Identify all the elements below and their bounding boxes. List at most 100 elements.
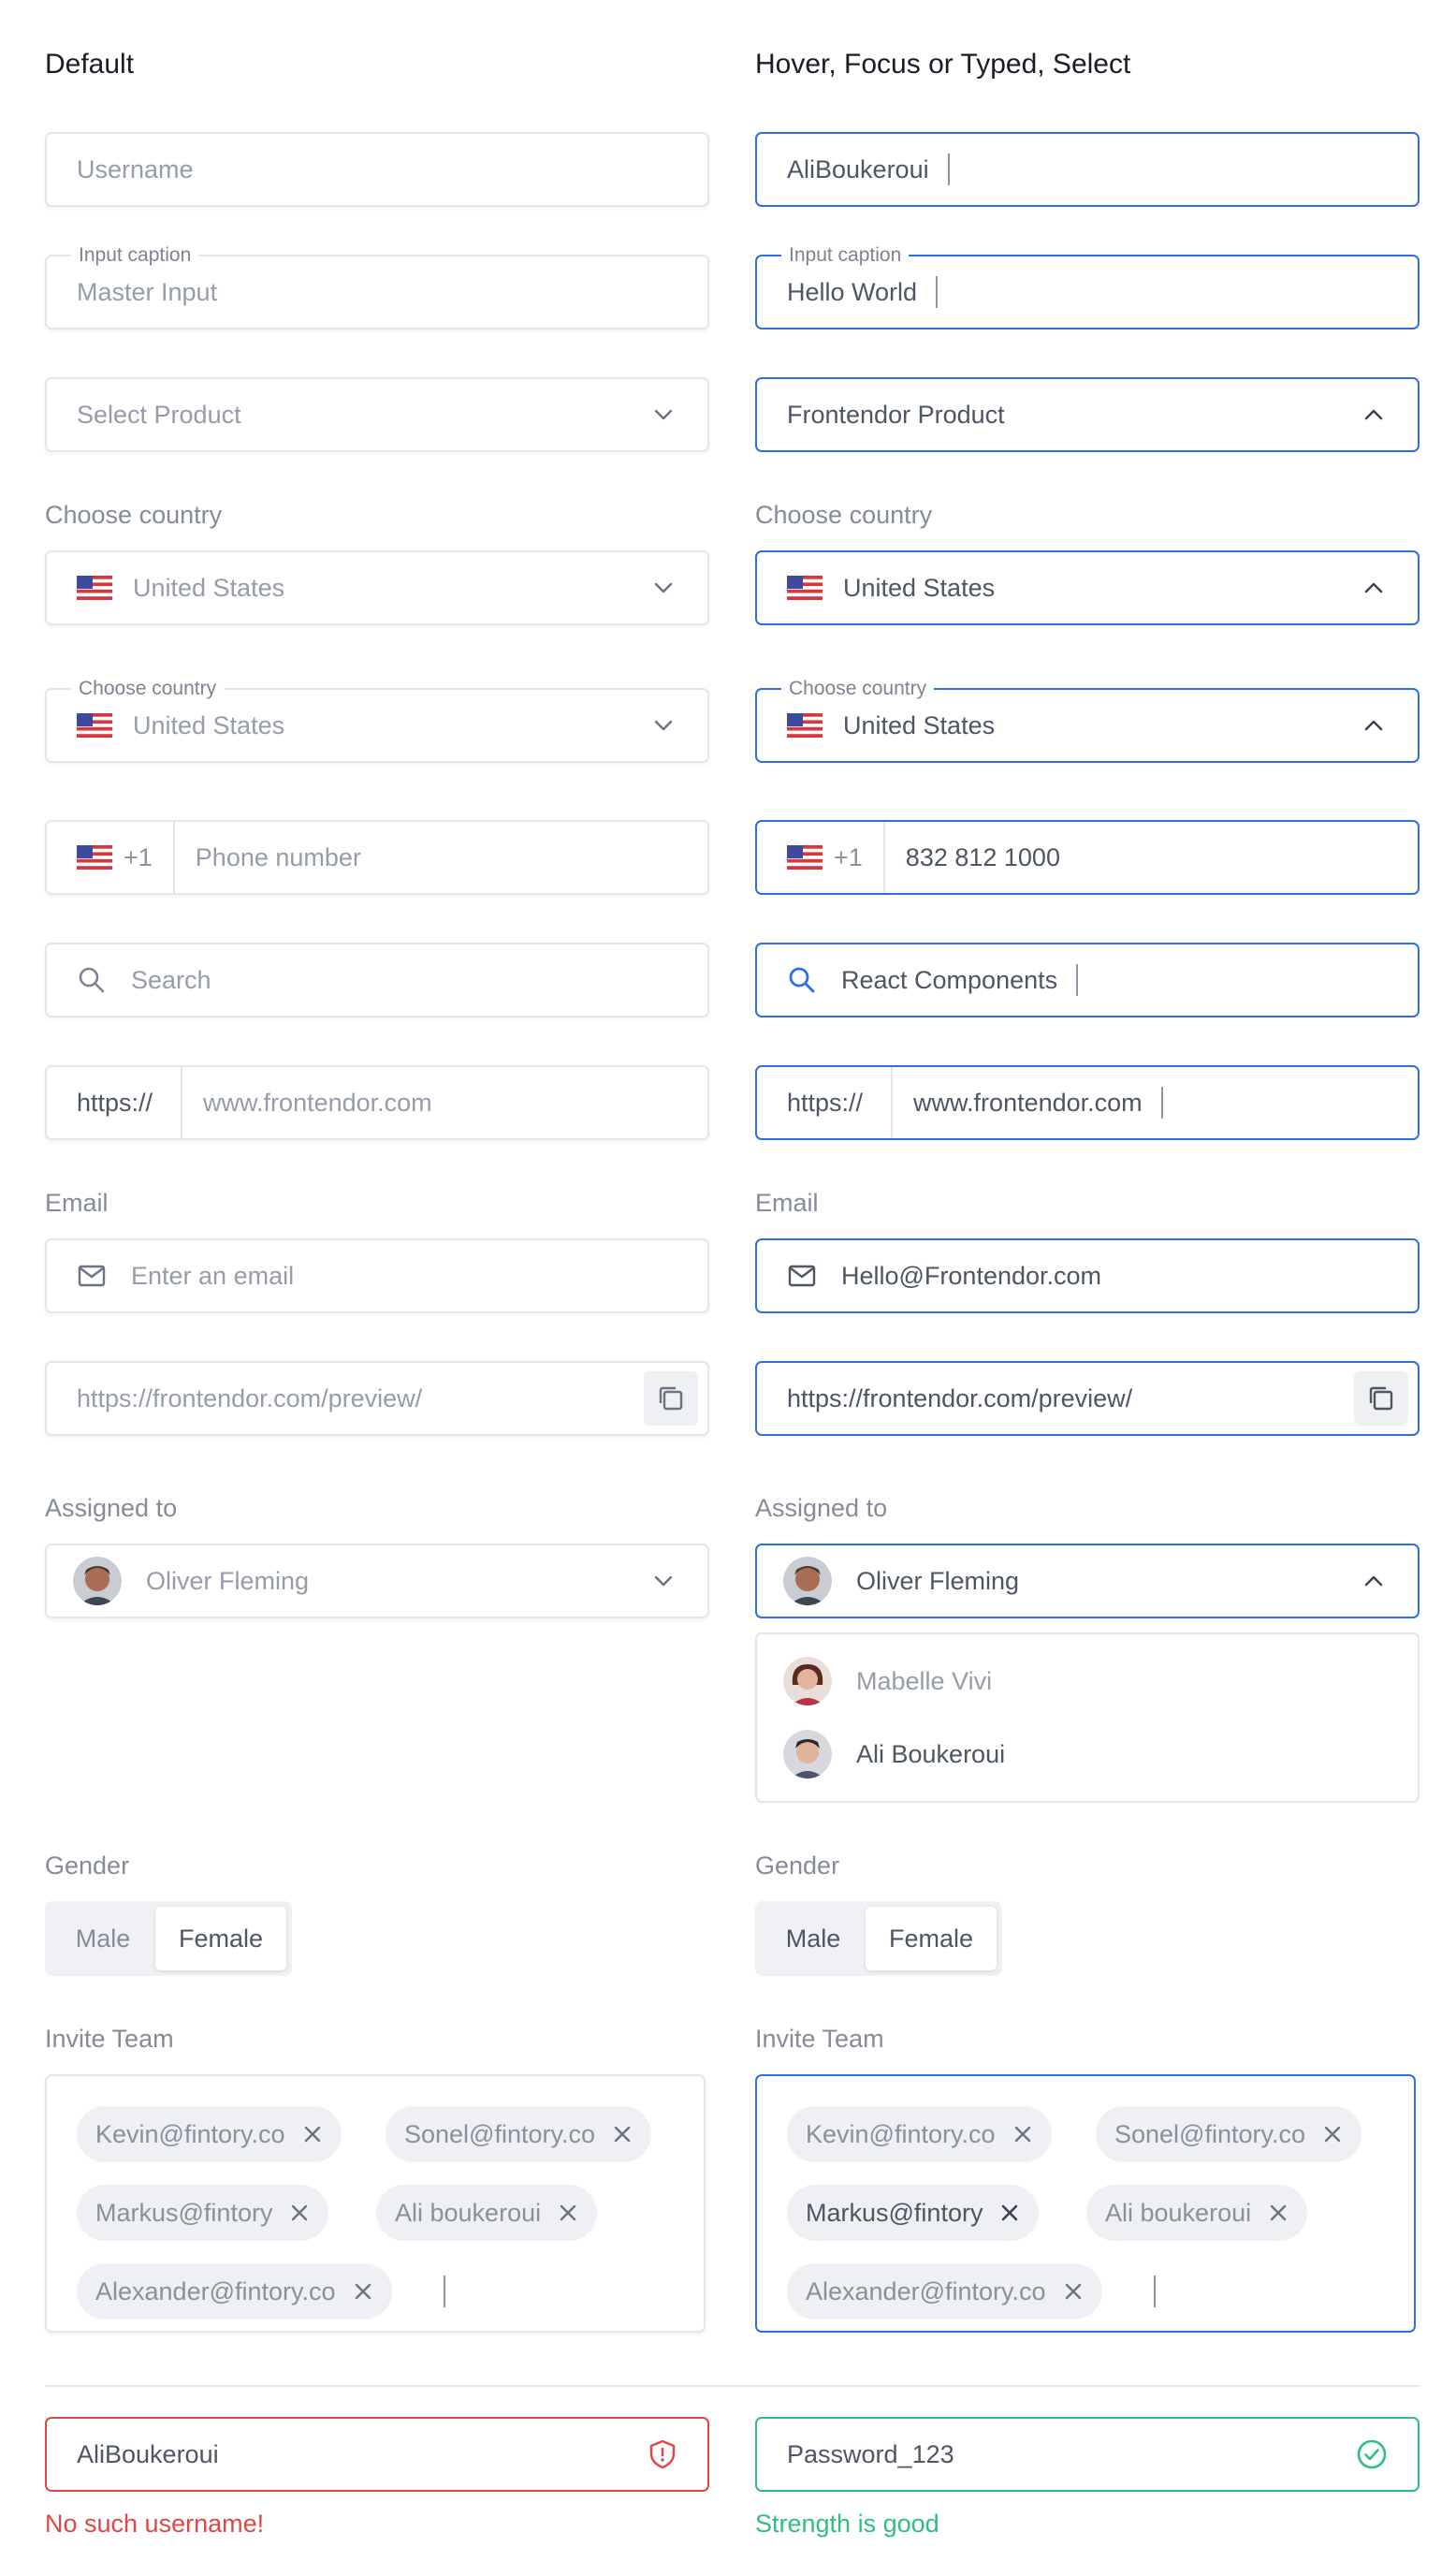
team-chip-hover: Markus@fintory [787, 2185, 1040, 2241]
master-input[interactable]: Input caption Master Input [45, 244, 709, 329]
url-placeholder: www.frontendor.com [203, 1088, 432, 1117]
master-value: Hello World [787, 277, 918, 306]
email-input[interactable]: Enter an email [45, 1238, 709, 1313]
gender-female-option[interactable]: Female [155, 1907, 286, 1970]
copy-button[interactable] [644, 1371, 698, 1426]
gender-label: Gender [755, 1852, 840, 1880]
close-icon[interactable] [612, 2124, 633, 2144]
success-message: Strength is good [755, 2510, 939, 2538]
assigned-select[interactable]: Oliver Fleming [45, 1544, 709, 1618]
team-chip: Ali boukeroui [1086, 2185, 1308, 2241]
search-placeholder: Search [131, 965, 211, 994]
dropdown-option[interactable]: Mabelle Vivi [783, 1657, 992, 1705]
gender-male-option[interactable]: Male [761, 1907, 866, 1970]
divider [891, 1067, 894, 1138]
input-caption: Input caption [781, 244, 910, 267]
gender-female-option[interactable]: Female [866, 1907, 997, 1970]
email-placeholder: Enter an email [131, 1261, 295, 1290]
text-caret [936, 276, 939, 308]
team-chip: Markus@fintory [77, 2185, 329, 2241]
chevron-up-icon [1360, 574, 1388, 602]
url-input[interactable]: https:// www.frontendor.com [755, 1065, 1420, 1140]
country-code-select[interactable]: +1 [77, 843, 153, 872]
country-value: United States [133, 573, 285, 602]
text-caret [1154, 2276, 1156, 2307]
phone-code: +1 [834, 842, 863, 871]
preview-url: https://frontendor.com/preview/ [77, 1383, 423, 1412]
dropdown-option[interactable]: Ali Boukeroui [783, 1730, 1006, 1778]
master-placeholder: Master Input [77, 277, 218, 306]
close-icon[interactable] [1268, 2203, 1289, 2223]
us-flag-icon [77, 576, 112, 600]
email-input[interactable]: Hello@Frontendor.com [755, 1238, 1420, 1313]
phone-input[interactable]: +1 Phone number [45, 820, 709, 895]
country-value: United States [133, 710, 285, 739]
search-input[interactable]: React Components [755, 943, 1420, 1017]
product-placeholder: Select Product [77, 400, 241, 429]
avatar [783, 1657, 832, 1705]
team-chip: Sonel@fintory.co [1096, 2106, 1362, 2162]
preview-url-input[interactable]: https://frontendor.com/preview/ [755, 1361, 1420, 1436]
chip-label: Markus@fintory [95, 2198, 273, 2227]
country-code-select[interactable]: +1 [787, 843, 863, 872]
phone-code: +1 [124, 842, 153, 871]
invite-team-input[interactable]: Kevin@fintory.co Sonel@fintory.co Markus… [45, 2074, 706, 2333]
invite-team-input[interactable]: Kevin@fintory.co Sonel@fintory.co Markus… [755, 2074, 1416, 2333]
team-chip: Alexander@fintory.co [77, 2263, 392, 2320]
text-caret [444, 2276, 445, 2307]
close-icon[interactable] [302, 2124, 323, 2144]
input-caption: Input caption [71, 244, 199, 267]
team-chip: Alexander@fintory.co [787, 2263, 1102, 2320]
chip-label: Kevin@fintory.co [806, 2119, 996, 2148]
email-label: Email [45, 1189, 109, 1217]
username-input[interactable]: AliBoukeroui [755, 132, 1420, 207]
url-input[interactable]: https:// www.frontendor.com [45, 1065, 709, 1140]
close-icon[interactable] [558, 2203, 578, 2223]
divider [181, 1067, 183, 1138]
country-select-captioned[interactable]: Choose country United States [755, 678, 1420, 763]
product-select[interactable]: Frontendor Product [755, 377, 1420, 452]
close-icon[interactable] [1063, 2281, 1084, 2302]
password-success-input[interactable]: Password_123 [755, 2417, 1420, 2492]
avatar [783, 1557, 832, 1605]
phone-input[interactable]: +1 832 812 1000 [755, 820, 1420, 895]
team-chip: Kevin@fintory.co [787, 2106, 1052, 2162]
master-input[interactable]: Input caption Hello World [755, 244, 1420, 329]
copy-button[interactable] [1354, 1371, 1408, 1426]
team-chip: Ali boukeroui [376, 2185, 598, 2241]
search-input[interactable]: Search [45, 943, 709, 1017]
country-select-captioned[interactable]: Choose country United States [45, 678, 709, 763]
product-value: Frontendor Product [787, 400, 1005, 429]
avatar [73, 1557, 122, 1605]
country-caption: Choose country [781, 678, 935, 700]
username-value: AliBoukeroui [787, 154, 929, 183]
assigned-dropdown-menu: Mabelle Vivi Ali Boukeroui [755, 1632, 1420, 1803]
assigned-select[interactable]: Oliver Fleming [755, 1544, 1420, 1618]
url-prefix: https:// [787, 1088, 864, 1117]
preview-url-input[interactable]: https://frontendor.com/preview/ [45, 1361, 709, 1436]
close-icon[interactable] [1322, 2124, 1343, 2144]
close-icon[interactable] [1012, 2124, 1033, 2144]
email-value: Hello@Frontendor.com [841, 1261, 1102, 1290]
chip-label: Sonel@fintory.co [1114, 2119, 1306, 2148]
product-select[interactable]: Select Product [45, 377, 709, 452]
country-select[interactable]: United States [45, 550, 709, 625]
close-icon[interactable] [353, 2281, 373, 2302]
us-flag-icon [787, 576, 823, 600]
gender-toggle: Male Female [45, 1901, 709, 1976]
country-select[interactable]: United States [755, 550, 1420, 625]
username-error-input[interactable]: AliBoukeroui [45, 2417, 709, 2492]
option-label: Ali Boukeroui [856, 1739, 1006, 1768]
chevron-up-icon [1360, 711, 1388, 739]
invite-label: Invite Team [45, 2025, 174, 2053]
chip-label: Ali boukeroui [1105, 2198, 1252, 2227]
gender-male-option[interactable]: Male [51, 1907, 155, 1970]
username-input[interactable]: Username [45, 132, 709, 207]
chip-label: Markus@fintory [806, 2198, 983, 2227]
assigned-label: Assigned to [755, 1494, 888, 1522]
url-prefix: https:// [77, 1088, 153, 1117]
close-icon[interactable] [289, 2203, 310, 2223]
divider [882, 822, 885, 893]
search-icon [79, 967, 105, 993]
close-icon[interactable] [999, 2203, 1020, 2223]
